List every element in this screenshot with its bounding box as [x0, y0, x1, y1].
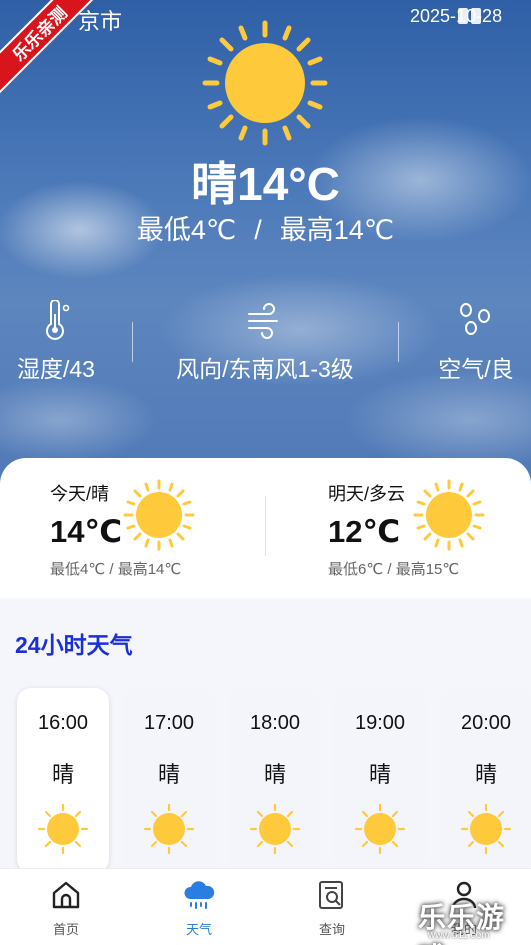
- sun-icon: [249, 803, 301, 855]
- hourly-card[interactable]: 19:00 晴: [334, 688, 426, 873]
- nav-home-label: 首页: [52, 922, 79, 937]
- hour-time: 17:00: [143, 712, 195, 734]
- weather-hero: 京市 2025-10-28 晴14°C 最低4℃ / 最高14℃ 湿度/43 风…: [0, 0, 531, 500]
- status-date: 2025-10-28: [410, 6, 503, 26]
- forecast-divider: [265, 496, 266, 556]
- nav-search-label: 查询: [318, 922, 345, 937]
- search-doc-icon: [319, 881, 343, 909]
- sun-icon: [354, 803, 406, 855]
- hourly-card[interactable]: 20:00 晴: [440, 688, 531, 873]
- current-min-max: 最低4℃ / 最高14℃: [0, 208, 531, 247]
- hour-condition: 晴: [157, 762, 180, 787]
- hourly-card[interactable]: 17:00 晴: [123, 688, 215, 873]
- wind-icon: [248, 303, 278, 339]
- hour-condition: 晴: [51, 762, 74, 787]
- air-stat: 空气/良: [430, 300, 522, 384]
- humidity-label: 湿度/43: [17, 356, 95, 382]
- nav-weather-label: 天气: [185, 922, 212, 937]
- nav-search[interactable]: 查询: [292, 879, 372, 938]
- max-temp: 最高14℃: [279, 215, 395, 245]
- wind-label: 风向/东南风1-3级: [176, 356, 354, 382]
- tomorrow-range: 最低6℃ / 最高15℃: [328, 561, 460, 578]
- min-temp: 最低4℃: [136, 215, 237, 245]
- battery-icon: [471, 8, 481, 24]
- city-name[interactable]: 京市: [78, 4, 122, 36]
- hour-condition: 晴: [368, 762, 391, 787]
- sun-icon: [123, 479, 195, 551]
- wind-stat: 风向/东南风1-3级: [160, 300, 370, 384]
- sun-icon: [460, 803, 512, 855]
- home-icon: [52, 881, 80, 909]
- hour-condition: 晴: [474, 762, 497, 787]
- signal-icon: [458, 8, 468, 24]
- sun-icon: [202, 20, 328, 146]
- minmax-separator: /: [254, 215, 262, 245]
- sun-icon: [37, 803, 89, 855]
- hourly-card[interactable]: 16:00 晴: [17, 688, 109, 873]
- sun-icon: [143, 803, 195, 855]
- current-condition-temp: 晴14°C: [191, 158, 340, 210]
- status-icons: [458, 8, 481, 24]
- today-range: 最低4℃ / 最高14℃: [50, 561, 182, 578]
- forecast-card: 今天/晴 14℃ 最低4℃ / 最高14℃ 明天/多云 12℃ 最低6℃ / 最…: [0, 458, 531, 598]
- stat-divider: [132, 322, 133, 362]
- hour-time: 20:00: [460, 712, 512, 734]
- watermark-url: www.611.com: [428, 930, 490, 941]
- hour-condition: 晴: [263, 762, 286, 787]
- stat-divider: [398, 322, 399, 362]
- air-label: 空气/良: [438, 356, 514, 382]
- hour-time: 16:00: [37, 712, 89, 734]
- nav-weather[interactable]: 天气: [159, 879, 239, 938]
- weather-icon: [184, 881, 215, 909]
- humidity-stat: 湿度/43: [10, 300, 102, 384]
- thermometer-icon: [46, 300, 70, 340]
- nav-home[interactable]: 首页: [26, 879, 106, 938]
- hourly-card[interactable]: 18:00 晴: [229, 688, 321, 873]
- hourly-title: 24小时天气: [15, 632, 133, 658]
- sun-icon: [413, 479, 485, 551]
- air-quality-icon: [460, 303, 490, 335]
- hour-time: 19:00: [354, 712, 406, 734]
- hour-time: 18:00: [249, 712, 301, 734]
